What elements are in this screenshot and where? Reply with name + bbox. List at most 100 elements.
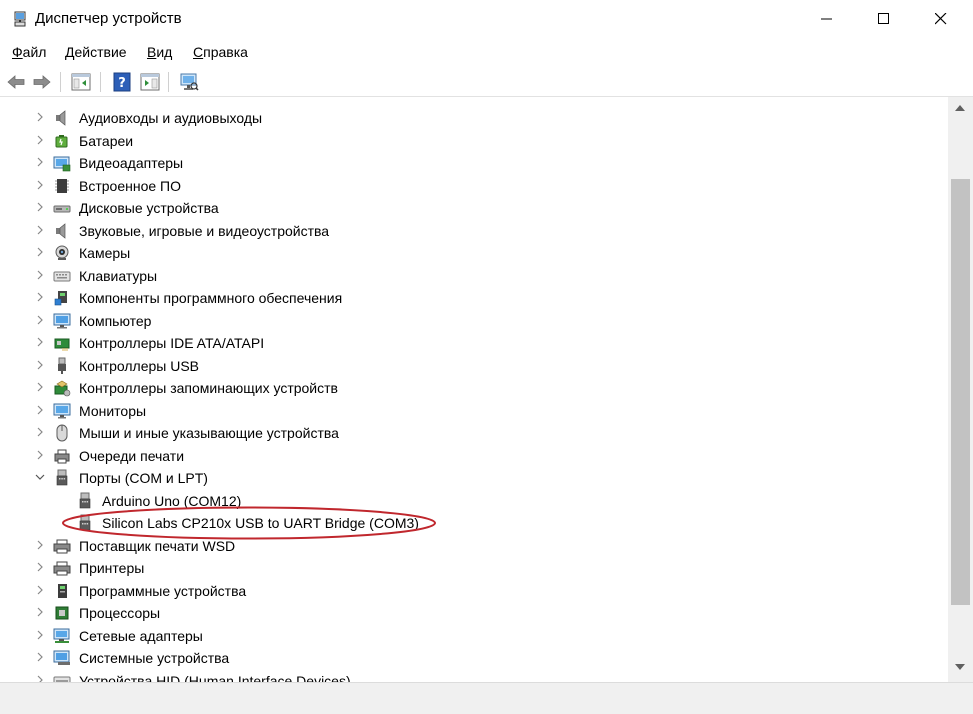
chevron-right-icon[interactable] [34, 291, 46, 303]
tree-category-item[interactable]: Системные устройства [0, 647, 948, 669]
tree-category-item[interactable]: Процессоры [0, 602, 948, 624]
forward-button[interactable] [31, 71, 53, 93]
tree-category-item[interactable]: Контроллеры IDE ATA/ATAPI [0, 332, 948, 354]
print-queue-icon [54, 449, 70, 463]
keyboard-icon [53, 271, 71, 281]
usb-plug-icon [58, 357, 66, 374]
chevron-right-icon[interactable] [34, 246, 46, 258]
tree-category-item[interactable]: Дисковые устройства [0, 197, 948, 219]
tree-item-label: Принтеры [79, 560, 145, 576]
chevron-right-icon[interactable] [34, 336, 46, 348]
webcam-icon [55, 245, 69, 260]
tree-category-item[interactable]: Мыши и иные указывающие устройства [0, 422, 948, 444]
chevron-right-icon[interactable] [34, 201, 46, 213]
chevron-right-icon[interactable] [34, 606, 46, 618]
chevron-right-icon[interactable] [34, 449, 46, 461]
tree-category-item[interactable]: Устройства HID (Human Interface Devices) [0, 670, 948, 683]
tree-item-label: Компоненты программного обеспечения [79, 290, 343, 306]
tree-category-item[interactable]: Камеры [0, 242, 948, 264]
tree-item-label: Системные устройства [79, 650, 230, 666]
close-button[interactable] [918, 0, 964, 38]
back-button[interactable] [5, 71, 27, 93]
tree-category-item[interactable]: Батареи [0, 130, 948, 152]
scan-hardware-button[interactable] [178, 71, 200, 93]
close-icon [935, 13, 947, 25]
vertical-scrollbar[interactable] [948, 97, 973, 682]
tree-item-label: Мониторы [79, 402, 147, 419]
software-device-icon [58, 583, 67, 598]
tree-category-item[interactable]: Контроллеры запоминающих устройств [0, 377, 948, 399]
chevron-right-icon[interactable] [34, 359, 46, 371]
menu-action[interactable]: Действие [65, 44, 127, 60]
title-bar: Диспетчер устройств [0, 0, 973, 38]
tree-category-item[interactable]: Клавиатуры [0, 265, 948, 287]
scrollbar-thumb[interactable] [951, 179, 970, 605]
tree-category-item[interactable]: Поставщик печати WSD [0, 535, 948, 557]
software-component-icon [54, 291, 67, 306]
tree-child-item[interactable]: Arduino Uno (COM12) [0, 490, 948, 512]
tree-category-item[interactable]: Звуковые, игровые и видеоустройства [0, 220, 948, 242]
minimize-button[interactable] [804, 0, 850, 38]
tree-item-label: Поставщик печати WSD [79, 537, 236, 554]
action-pane-button[interactable] [139, 71, 161, 93]
tree-category-item[interactable]: Очереди печати [0, 445, 948, 467]
tree-item-label: Камеры [79, 245, 131, 261]
tree-category-item[interactable]: Контроллеры USB [0, 355, 948, 377]
tree-item-label: Контроллеры USB [79, 357, 199, 374]
scroll-up-arrow-icon[interactable] [954, 103, 966, 113]
chevron-right-icon[interactable] [34, 381, 46, 393]
chevron-right-icon[interactable] [34, 134, 46, 146]
network-adapter-icon [53, 628, 70, 643]
computer-icon [53, 313, 71, 328]
chevron-right-icon[interactable] [34, 561, 46, 573]
chevron-right-icon[interactable] [34, 179, 46, 191]
tree-item-label: Устройства HID (Human Interface Devices) [79, 672, 351, 683]
chevron-right-icon[interactable] [34, 404, 46, 416]
chevron-down-icon[interactable] [34, 471, 46, 483]
tree-category-item[interactable]: Порты (COM и LPT) [0, 467, 948, 489]
mouse-icon [56, 424, 68, 442]
maximize-button[interactable] [861, 0, 907, 38]
help-button[interactable]: ? [111, 71, 133, 93]
menu-view[interactable]: Вид [147, 44, 172, 60]
tree-item-label: Звуковые, игровые и видеоустройства [79, 222, 330, 239]
port-icon [79, 514, 91, 531]
tree-category-item[interactable]: Компьютер [0, 310, 948, 332]
chevron-right-icon[interactable] [34, 314, 46, 326]
chevron-right-icon[interactable] [34, 224, 46, 236]
chevron-right-icon[interactable] [34, 156, 46, 168]
ide-controller-icon [54, 338, 70, 351]
minimize-icon [821, 18, 832, 20]
scroll-down-arrow-icon[interactable] [954, 662, 966, 672]
tree-item-label: Дисковые устройства [79, 200, 219, 216]
tree-category-item[interactable]: Компоненты программного обеспечения [0, 287, 948, 309]
tree-item-label: Встроенное ПО [79, 177, 181, 194]
tree-category-item[interactable]: Видеоадаптеры [0, 152, 948, 174]
port-icon [79, 492, 91, 508]
printer-icon [53, 561, 71, 576]
chevron-right-icon[interactable] [34, 539, 46, 551]
show-hide-console-tree-button[interactable] [70, 71, 92, 93]
tree-category-item[interactable]: Сетевые адаптеры [0, 625, 948, 647]
menu-help[interactable]: Справка [193, 44, 248, 60]
chevron-right-icon[interactable] [34, 584, 46, 596]
tree-category-item[interactable]: Встроенное ПО [0, 175, 948, 197]
tree-item-label: Аудиовходы и аудиовыходы [79, 110, 263, 126]
tree-item-label: Клавиатуры [79, 267, 158, 284]
tree-category-item[interactable]: Принтеры [0, 557, 948, 579]
tree-category-item[interactable]: Аудиовходы и аудиовыходы [0, 107, 948, 129]
tree-category-item[interactable]: Программные устройства [0, 580, 948, 602]
chevron-right-icon[interactable] [34, 674, 46, 683]
tree-child-item[interactable]: Silicon Labs CP210x USB to UART Bridge (… [0, 512, 948, 534]
menu-file[interactable]: Файл [12, 44, 46, 60]
toolbar: ? [0, 66, 973, 97]
chevron-right-icon[interactable] [34, 269, 46, 281]
chevron-right-icon[interactable] [34, 651, 46, 663]
tree-item-label: Компьютер [79, 312, 152, 329]
device-tree[interactable]: Аудиовходы и аудиовыходы Батареи Видеоадап… [0, 97, 948, 682]
tree-item-label: Контроллеры IDE ATA/ATAPI [79, 335, 265, 351]
tree-category-item[interactable]: Мониторы [0, 400, 948, 422]
chevron-right-icon[interactable] [34, 111, 46, 123]
chevron-right-icon[interactable] [34, 426, 46, 438]
chevron-right-icon[interactable] [34, 629, 46, 641]
